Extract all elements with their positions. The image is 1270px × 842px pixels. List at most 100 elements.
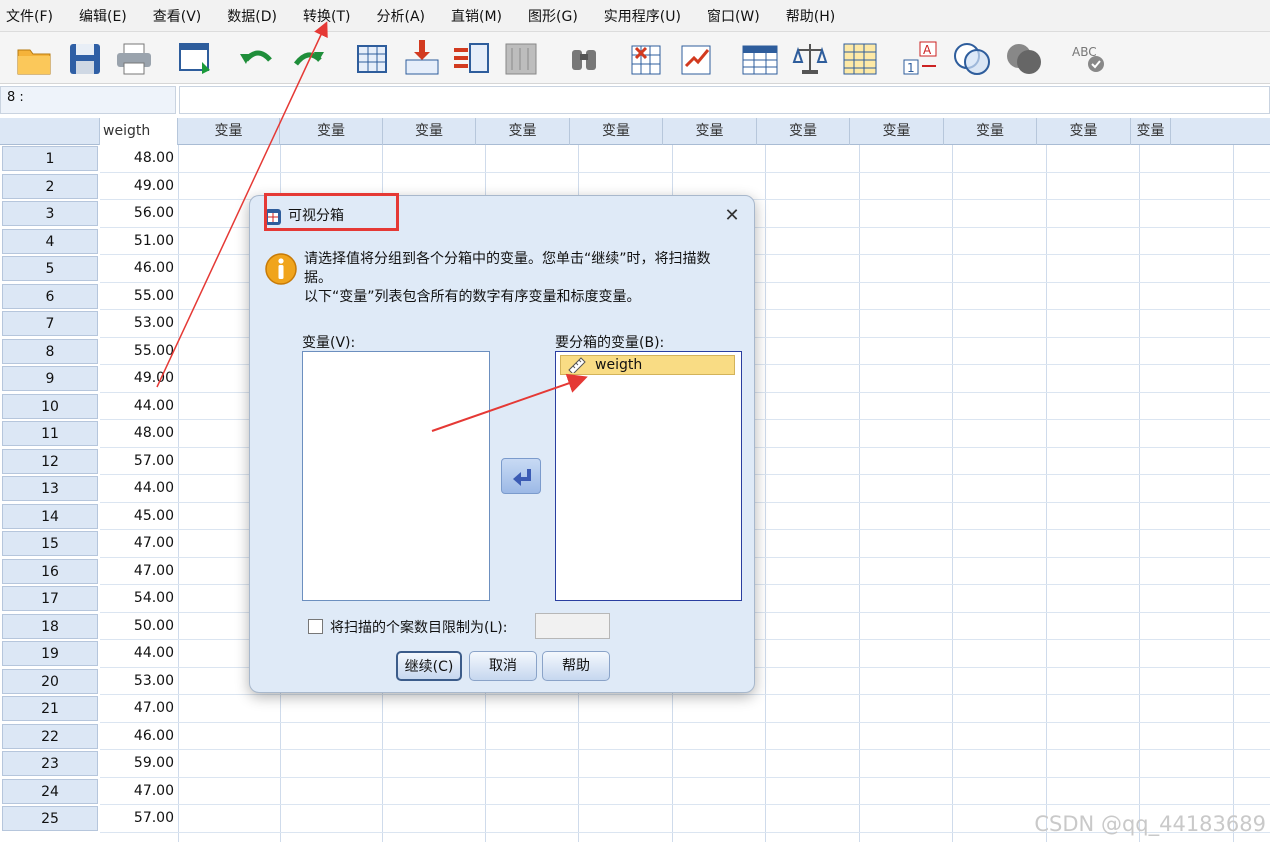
find-icon[interactable] — [564, 38, 604, 78]
menu-item[interactable]: 实用程序(U) — [604, 6, 681, 26]
row-number[interactable]: 25 — [2, 806, 98, 831]
cell-value[interactable]: 49.00 — [102, 173, 176, 200]
column-header[interactable]: 变量 — [850, 118, 944, 145]
row-number[interactable]: 9 — [2, 366, 98, 391]
select-cases-icon[interactable] — [840, 38, 880, 78]
row-number[interactable]: 1 — [2, 146, 98, 171]
weight-cases-icon[interactable] — [790, 38, 830, 78]
cell-value[interactable]: 55.00 — [102, 283, 176, 310]
insert-cases-icon[interactable] — [626, 38, 666, 78]
menu-item[interactable]: 转换(T) — [303, 6, 350, 26]
cell-value[interactable]: 46.00 — [102, 723, 176, 750]
menu-item[interactable]: 图形(G) — [528, 6, 578, 26]
menu-item[interactable]: 直销(M) — [451, 6, 502, 26]
menu-item[interactable]: 窗口(W) — [707, 6, 760, 26]
menu-item[interactable]: 文件(F) — [6, 6, 53, 26]
row-number[interactable]: 16 — [2, 558, 98, 584]
column-header[interactable]: 变量 — [383, 118, 476, 145]
split-file-icon[interactable] — [740, 38, 780, 78]
row-number[interactable]: 21 — [2, 696, 98, 721]
spell-check-icon[interactable]: ABC — [1068, 38, 1108, 78]
cell-value[interactable]: 51.00 — [102, 228, 176, 255]
row-number[interactable]: 12 — [2, 448, 98, 474]
cell-value[interactable]: 44.00 — [102, 475, 176, 502]
insert-variable-icon[interactable] — [676, 38, 716, 78]
column-header[interactable]: weigth — [100, 118, 178, 145]
row-number[interactable]: 19 — [2, 641, 98, 666]
cell-value[interactable]: 47.00 — [102, 778, 176, 805]
cell-value[interactable]: 56.00 — [102, 200, 176, 227]
move-variable-button[interactable] — [501, 458, 541, 494]
cell-value[interactable]: 48.00 — [102, 420, 176, 447]
cell-value[interactable]: 46.00 — [102, 255, 176, 282]
row-number[interactable]: 3 — [2, 201, 98, 226]
row-number[interactable]: 11 — [2, 421, 98, 446]
column-header[interactable]: 变量 — [476, 118, 570, 145]
cell-value-editor[interactable] — [179, 86, 1270, 114]
goto-case-icon[interactable] — [352, 38, 392, 78]
cell-value[interactable]: 47.00 — [102, 530, 176, 557]
row-number[interactable]: 18 — [2, 613, 98, 639]
row-number[interactable]: 17 — [2, 586, 98, 611]
cell-value[interactable]: 48.00 — [102, 145, 176, 172]
column-header[interactable]: 变量 — [178, 118, 280, 145]
column-header[interactable]: 变量 — [570, 118, 663, 145]
help-button[interactable]: 帮助 — [542, 651, 610, 681]
cell-value[interactable]: 59.00 — [102, 750, 176, 777]
show-all-variables-icon[interactable] — [1004, 38, 1044, 78]
print-icon[interactable] — [114, 38, 154, 78]
variables-icon[interactable] — [452, 38, 492, 78]
cell-value[interactable]: 47.00 — [102, 695, 176, 722]
cancel-button[interactable]: 取消 — [469, 651, 537, 681]
dialog-recall-icon[interactable] — [176, 38, 216, 78]
row-number[interactable]: 7 — [2, 311, 98, 336]
cell-value[interactable]: 47.00 — [102, 558, 176, 585]
menu-item[interactable]: 编辑(E) — [79, 6, 127, 26]
cell-value[interactable]: 55.00 — [102, 338, 176, 365]
row-number[interactable]: 6 — [2, 283, 98, 309]
undo-icon[interactable] — [238, 38, 278, 78]
cell-value[interactable]: 45.00 — [102, 503, 176, 530]
limit-cases-checkbox[interactable] — [308, 619, 323, 634]
column-header[interactable]: 变量 — [663, 118, 757, 145]
row-number[interactable]: 24 — [2, 778, 98, 804]
value-labels-icon[interactable]: A1 — [902, 38, 942, 78]
row-number[interactable]: 23 — [2, 751, 98, 776]
list-item[interactable]: weigth — [560, 355, 735, 375]
row-number[interactable]: 10 — [2, 393, 98, 419]
continue-button[interactable]: 继续(C) — [396, 651, 462, 681]
cell-value[interactable]: 44.00 — [102, 640, 176, 667]
column-header[interactable]: 变量 — [1037, 118, 1131, 145]
cell-value[interactable]: 54.00 — [102, 585, 176, 612]
column-header[interactable]: 变量 — [280, 118, 383, 145]
bin-variables-listbox[interactable]: weigth — [555, 351, 742, 601]
cell-value[interactable]: 53.00 — [102, 668, 176, 695]
variables-listbox[interactable] — [302, 351, 490, 601]
row-number[interactable]: 14 — [2, 503, 98, 529]
run-descriptive-icon[interactable] — [502, 38, 542, 78]
row-number[interactable]: 2 — [2, 173, 98, 199]
menu-item[interactable]: 数据(D) — [227, 6, 277, 26]
row-number[interactable]: 20 — [2, 668, 98, 694]
redo-icon[interactable] — [288, 38, 328, 78]
cell-value[interactable]: 44.00 — [102, 393, 176, 420]
limit-cases-input[interactable] — [535, 613, 610, 639]
cell-value[interactable]: 49.00 — [102, 365, 176, 392]
row-number[interactable]: 4 — [2, 228, 98, 254]
open-folder-icon[interactable] — [14, 38, 54, 78]
column-header[interactable]: 变量 — [757, 118, 850, 145]
column-header[interactable]: 变量 — [1131, 118, 1171, 145]
row-number[interactable]: 15 — [2, 531, 98, 556]
cell-value[interactable]: 50.00 — [102, 613, 176, 640]
save-icon[interactable] — [66, 38, 106, 78]
menu-item[interactable]: 分析(A) — [376, 6, 425, 26]
goto-variable-icon[interactable] — [402, 38, 442, 78]
menu-item[interactable]: 帮助(H) — [786, 6, 835, 26]
cell-value[interactable]: 57.00 — [102, 448, 176, 475]
row-number[interactable]: 22 — [2, 723, 98, 749]
row-number[interactable]: 8 — [2, 338, 98, 364]
row-number[interactable]: 5 — [2, 256, 98, 281]
column-header[interactable]: 变量 — [944, 118, 1037, 145]
cell-value[interactable]: 53.00 — [102, 310, 176, 337]
cell-reference-box[interactable]: 8 : — [0, 86, 176, 114]
